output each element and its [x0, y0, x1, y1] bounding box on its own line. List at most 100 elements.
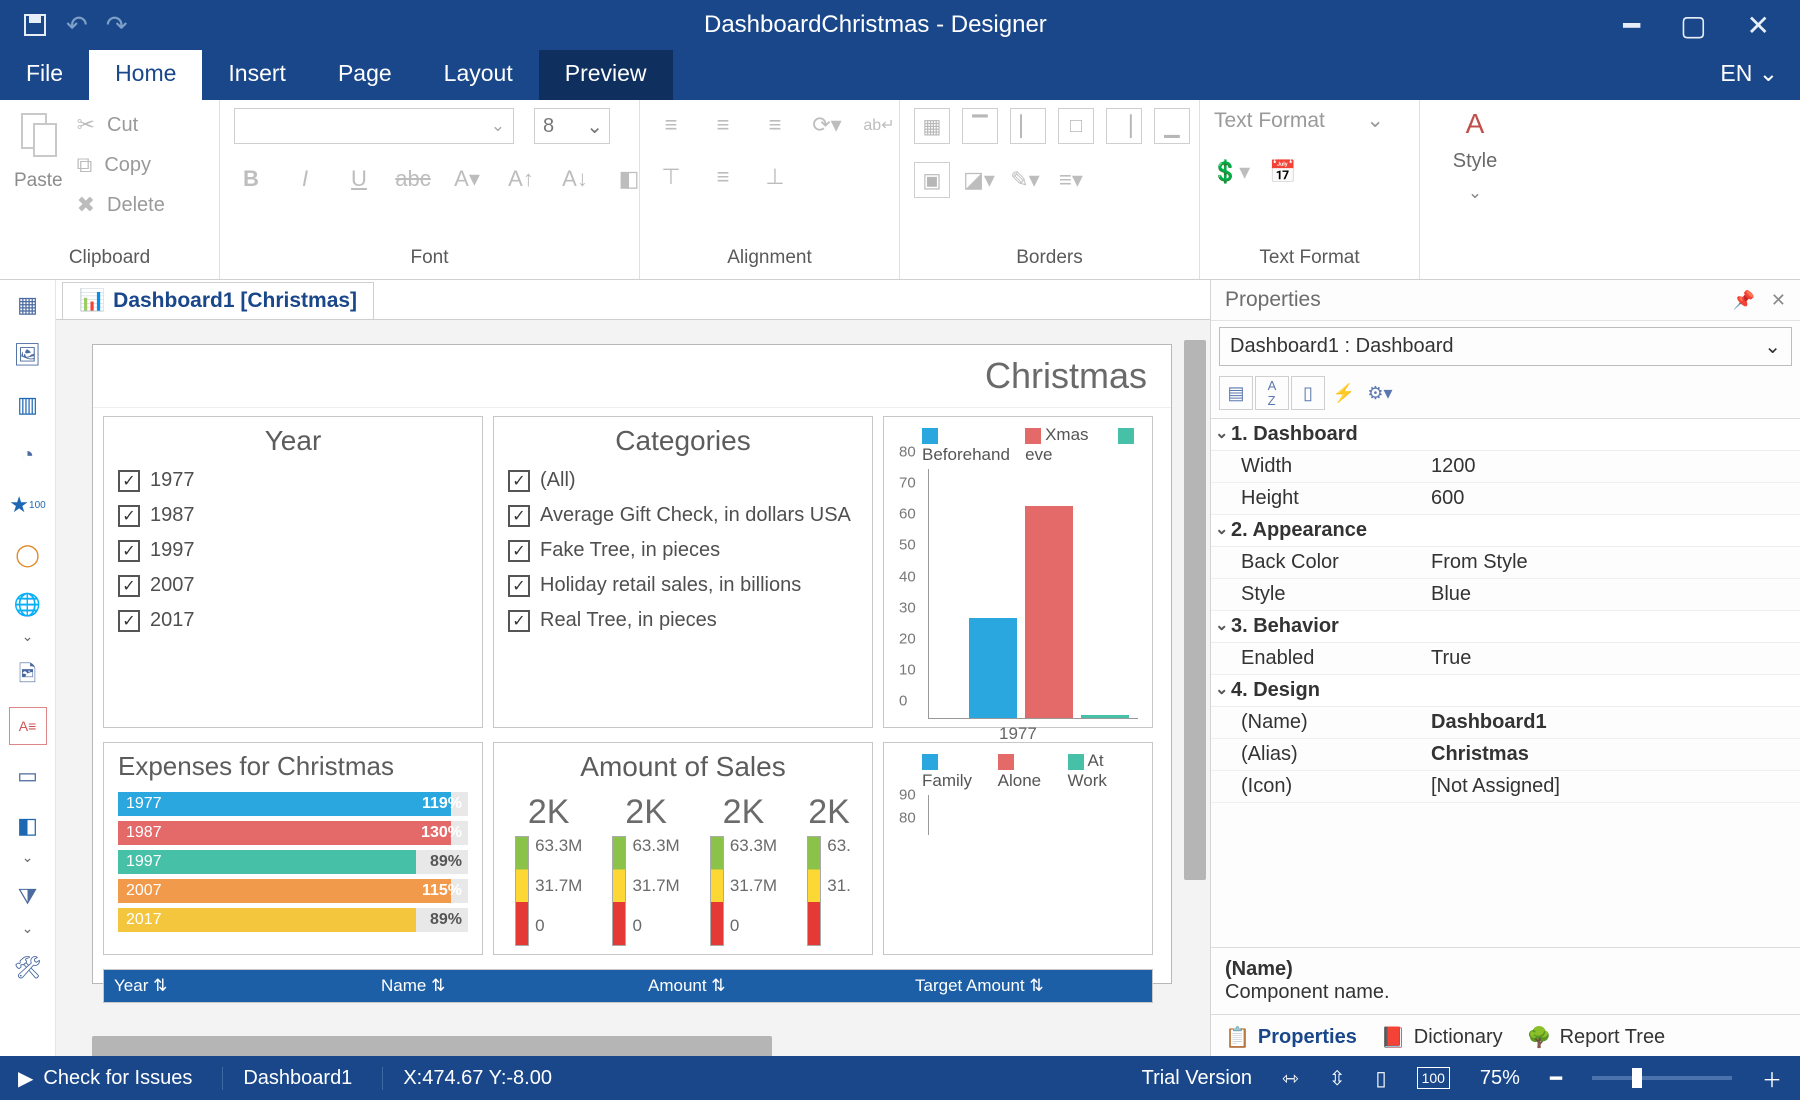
page-icon[interactable]: ▯	[1376, 1066, 1387, 1091]
prop-group[interactable]: 4. Design	[1211, 675, 1800, 707]
underline-icon[interactable]: U	[342, 162, 376, 196]
zoom-out-icon[interactable]: ━	[1550, 1066, 1562, 1091]
rail-star-icon[interactable]: ★100	[9, 486, 47, 524]
paste-icon[interactable]	[16, 108, 60, 160]
save-icon[interactable]	[22, 12, 48, 38]
tab-dictionary[interactable]: 📕Dictionary	[1381, 1025, 1503, 1050]
rail-shape-icon[interactable]: ◧	[9, 807, 47, 845]
align-left-icon[interactable]: ≡	[654, 108, 688, 142]
rotate-icon[interactable]: ⟳▾	[810, 108, 844, 142]
valign-bot-icon[interactable]: ⊥	[758, 160, 792, 194]
currency-icon[interactable]: 💲▾	[1214, 155, 1248, 189]
tab-reporttree[interactable]: 🌳Report Tree	[1527, 1025, 1666, 1050]
rail-barchart-icon[interactable]: ▥	[9, 386, 47, 424]
close-icon[interactable]: ✕	[1747, 9, 1770, 42]
border-all-icon[interactable]: ▦	[914, 108, 950, 144]
style-chevron-icon[interactable]: ⌄	[1468, 183, 1482, 203]
border-right-icon[interactable]: ▕	[1106, 108, 1142, 144]
category-checkbox[interactable]: ✓Average Gift Check, in dollars USA	[508, 504, 858, 527]
zoom-slider[interactable]	[1592, 1076, 1732, 1080]
rail-tools-icon[interactable]: 🛠	[9, 949, 47, 987]
object-selector[interactable]: Dashboard1 : Dashboard⌄	[1219, 327, 1792, 366]
undo-icon[interactable]: ↶	[66, 10, 88, 41]
vertical-scrollbar[interactable]	[1184, 340, 1206, 880]
categorize-icon[interactable]: ▤	[1219, 376, 1253, 410]
tab-insert[interactable]: Insert	[202, 50, 312, 100]
font-family-select[interactable]: ⌄	[234, 108, 514, 144]
border-bottom-icon[interactable]: ▁	[1154, 108, 1190, 144]
border-left-icon[interactable]: ▏	[1010, 108, 1046, 144]
prop-group[interactable]: 2. Appearance	[1211, 515, 1800, 547]
shrink-font-icon[interactable]: A↓	[558, 162, 592, 196]
prop-row[interactable]: (Alias)Christmas	[1211, 739, 1800, 771]
design-canvas[interactable]: Christmas Year ✓1977✓1987✓1997✓2007✓2017…	[92, 344, 1172, 984]
align-center-icon[interactable]: ≡	[706, 108, 740, 142]
cut-button[interactable]: ✂Cut	[77, 112, 165, 138]
category-checkbox[interactable]: ✓Real Tree, in pieces	[508, 609, 858, 632]
prop-row[interactable]: (Name)Dashboard1	[1211, 707, 1800, 739]
tab-file[interactable]: File	[0, 50, 89, 100]
category-checkbox[interactable]: ✓Holiday retail sales, in billions	[508, 574, 858, 597]
prop-row[interactable]: (Icon)[Not Assigned]	[1211, 771, 1800, 803]
italic-icon[interactable]: I	[288, 162, 322, 196]
year-checkbox[interactable]: ✓2017	[118, 609, 468, 632]
bordercolor-icon[interactable]: ✎▾	[1008, 163, 1042, 197]
fit-height-icon[interactable]: ⇳	[1329, 1066, 1346, 1091]
year-checkbox[interactable]: ✓1987	[118, 504, 468, 527]
prop-row[interactable]: Width1200	[1211, 451, 1800, 483]
rail-image-icon[interactable]: 🖼	[9, 336, 47, 374]
settings-icon[interactable]: ⚙▾	[1363, 376, 1397, 410]
horizontal-scrollbar[interactable]	[92, 1036, 772, 1058]
tab-home[interactable]: Home	[89, 50, 202, 100]
document-tab[interactable]: 📊 Dashboard1 [Christmas]	[62, 282, 374, 319]
rail-grid-icon[interactable]: ▦	[9, 286, 47, 324]
copy-button[interactable]: ⧉Copy	[77, 152, 165, 178]
year-checkbox[interactable]: ✓2007	[118, 574, 468, 597]
valign-mid-icon[interactable]: ≡	[706, 160, 740, 194]
minimize-icon[interactable]: ━	[1623, 9, 1640, 42]
rail-filter-icon[interactable]: ⧩	[9, 878, 47, 916]
year-checkbox[interactable]: ✓1977	[118, 469, 468, 492]
border-none-icon[interactable]: □	[1058, 108, 1094, 144]
rail-panel-icon[interactable]: ▭	[9, 757, 47, 795]
tab-properties[interactable]: 📋Properties	[1225, 1025, 1357, 1050]
tab-preview[interactable]: Preview	[539, 50, 673, 100]
chevron-down-icon[interactable]: ⌄	[22, 920, 34, 937]
events-icon[interactable]: ⚡	[1327, 376, 1361, 410]
localize-icon[interactable]: ▯	[1291, 376, 1325, 410]
valign-top-icon[interactable]: ⊤	[654, 160, 688, 194]
rail-circle-icon[interactable]: ◯	[9, 536, 47, 574]
style-icon[interactable]: A	[1466, 108, 1485, 140]
prop-row[interactable]: Back ColorFrom Style	[1211, 547, 1800, 579]
prop-group[interactable]: 3. Behavior	[1211, 611, 1800, 643]
pin-icon[interactable]: 📌	[1732, 290, 1754, 311]
year-checkbox[interactable]: ✓1997	[118, 539, 468, 562]
rail-gauge-icon[interactable]: ◔	[9, 436, 47, 474]
category-checkbox[interactable]: ✓Fake Tree, in pieces	[508, 539, 858, 562]
table-header[interactable]: Amount ⇅	[648, 976, 875, 996]
rail-text-icon[interactable]: A≡	[9, 707, 47, 745]
delete-button[interactable]: ✖Delete	[77, 192, 165, 218]
borderstyle-icon[interactable]: ≡▾	[1054, 163, 1088, 197]
maximize-icon[interactable]: ▢	[1680, 9, 1706, 42]
wrap-icon[interactable]: ab↵	[862, 108, 896, 142]
strike-icon[interactable]: abc	[396, 162, 430, 196]
table-header[interactable]: Target Amount ⇅	[915, 976, 1142, 996]
fit-width-icon[interactable]: ⇿	[1282, 1066, 1299, 1091]
sort-az-icon[interactable]: AZ	[1255, 376, 1289, 410]
text-format-select[interactable]: Text Format⌄	[1214, 108, 1384, 133]
shadow-icon[interactable]: ◪▾	[962, 163, 996, 197]
prop-group[interactable]: 1. Dashboard	[1211, 419, 1800, 451]
chevron-down-icon[interactable]: ⌄	[22, 628, 34, 645]
prop-row[interactable]: Height600	[1211, 483, 1800, 515]
align-right-icon[interactable]: ≡	[758, 108, 792, 142]
zoom100-icon[interactable]: 100	[1417, 1067, 1450, 1089]
chevron-down-icon[interactable]: ⌄	[22, 849, 34, 866]
table-header[interactable]: Year ⇅	[114, 976, 341, 996]
tab-page[interactable]: Page	[312, 50, 418, 100]
rail-picture-icon[interactable]: 🖻	[9, 657, 47, 695]
font-size-select[interactable]: 8⌄	[534, 108, 610, 144]
date-icon[interactable]: 📅	[1266, 155, 1300, 189]
redo-icon[interactable]: ↷	[106, 10, 128, 41]
border-outer-icon[interactable]: ▣	[914, 162, 950, 198]
